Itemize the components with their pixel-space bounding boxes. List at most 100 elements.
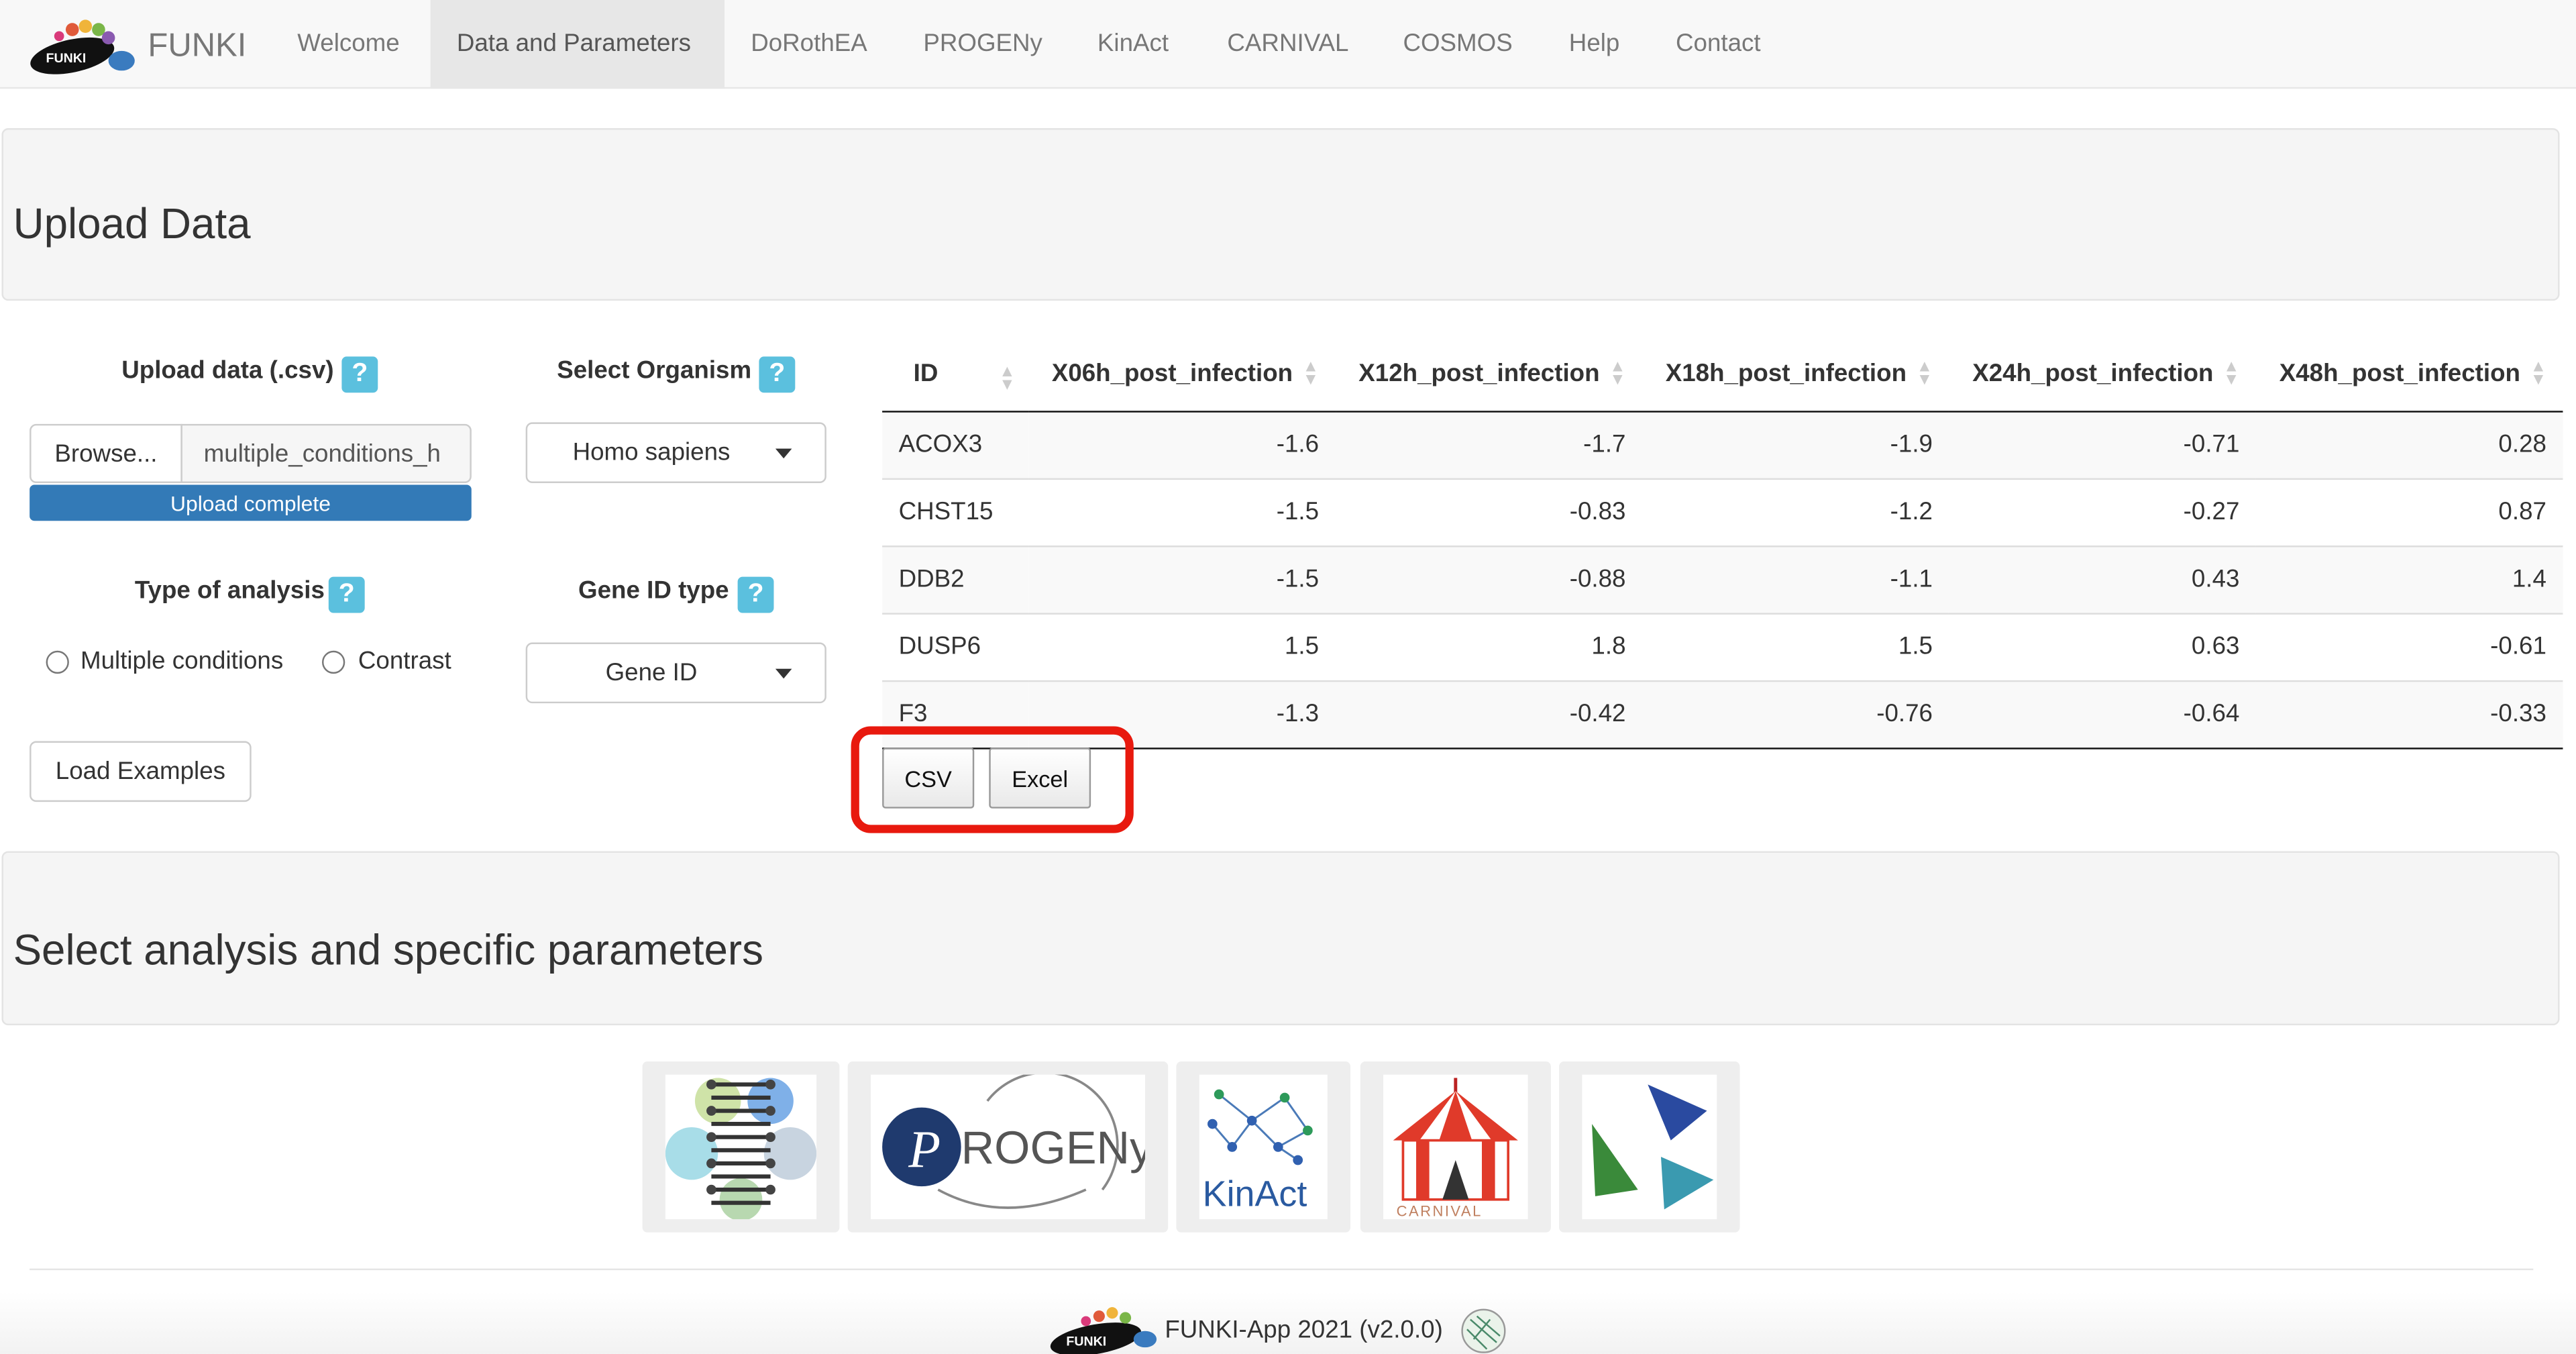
table-cell: 1.5 [1642, 612, 1949, 680]
tile-inner: KinAct [1199, 1074, 1328, 1220]
analysis-type-help-icon[interactable]: ? [328, 576, 365, 613]
table-cell: -0.42 [1335, 679, 1643, 749]
excel-export-button[interactable]: Excel [989, 747, 1091, 809]
nav-help[interactable]: Help [1543, 0, 1646, 89]
col-header-x12h[interactable]: X12h_post_infection ▲ ▼ [1335, 338, 1643, 412]
browse-button[interactable]: Browse... [30, 423, 182, 484]
upload-data-label: Upload data (.csv) [121, 356, 334, 385]
tool-tile-progeny[interactable]: P ROGENy [847, 1061, 1169, 1233]
tool-tile-carnival[interactable]: CARNIVAL [1360, 1061, 1551, 1233]
nav-carnival[interactable]: CARNIVAL [1201, 0, 1375, 89]
nav-progeny[interactable]: PROGENy [897, 0, 1069, 89]
table-row: F3 -1.3 -0.42 -0.76 -0.64 -0.33 [882, 679, 2563, 749]
nav-welcome[interactable]: Welcome [270, 0, 428, 89]
funki-logo-icon: FUNKI [30, 19, 135, 74]
radio-multiple-conditions-label[interactable]: Multiple conditions [80, 647, 283, 676]
upload-help-icon[interactable]: ? [341, 356, 378, 393]
table-cell: -1.7 [1335, 410, 1643, 478]
table-cell: 0.87 [2255, 477, 2563, 546]
brand[interactable]: FUNKI FUNKI [26, 16, 246, 75]
col-header-label: X06h_post_infection [1051, 360, 1293, 388]
table-cell: CHST15 [882, 477, 1029, 546]
kinact-network-icon: KinAct [1203, 1089, 1313, 1214]
sort-arrows-icon: ▲ ▼ [1916, 358, 1933, 390]
analysis-type-label: Type of analysis [134, 576, 325, 605]
gene-id-select[interactable]: Gene ID [525, 642, 826, 704]
file-name-field[interactable]: multiple_conditions_h [180, 423, 472, 484]
cosmos-triangles-icon [1592, 1084, 1714, 1210]
col-header-label: X24h_post_infection [1972, 360, 2214, 388]
footer-text: FUNKI-App 2021 (v2.0.0) [1165, 1316, 1443, 1345]
col-header-id[interactable]: ID ▲ ▼ [882, 338, 1029, 412]
data-table: ID ▲ ▼ X06h_post_infection ▲ ▼ X12h_post_inf… [882, 338, 2563, 749]
nav-contact[interactable]: Contact [1650, 0, 1787, 89]
table-cell: -0.83 [1335, 477, 1643, 546]
table-cell: -0.71 [1949, 410, 2256, 478]
tool-tile-kinact[interactable]: KinAct [1176, 1061, 1351, 1233]
brand-text[interactable]: FUNKI [148, 27, 246, 64]
tile-inner [1582, 1074, 1717, 1220]
table-row: DUSP6 1.5 1.8 1.5 0.63 -0.61 [882, 612, 2563, 680]
csv-export-button[interactable]: CSV [882, 747, 975, 809]
table-cell: -1.9 [1642, 410, 1949, 478]
radio-multiple-conditions[interactable] [46, 650, 69, 674]
load-examples-button[interactable]: Load Examples [30, 741, 252, 802]
sort-arrows-icon: ▲ ▼ [999, 363, 1016, 395]
table-cell: 1.4 [2255, 544, 2563, 613]
table-cell: 1.5 [1028, 612, 1336, 680]
sort-arrows-icon: ▲ ▼ [1609, 358, 1626, 390]
tile-inner [665, 1074, 817, 1220]
svg-text:CARNIVAL: CARNIVAL [1397, 1202, 1483, 1219]
analysis-section-title: Select analysis and specific parameters [13, 925, 763, 975]
footer-funki-logo-icon: FUNKI [1050, 1307, 1157, 1354]
gene-id-select-value: Gene ID [605, 659, 698, 687]
progeny-logo-icon: P ROGENy [881, 1074, 1144, 1209]
col-header-x18h[interactable]: X18h_post_infection ▲ ▼ [1642, 338, 1949, 412]
radio-contrast[interactable] [322, 650, 345, 674]
carnival-tent-icon: CARNIVAL [1393, 1078, 1518, 1219]
tool-tile-cosmos[interactable] [1559, 1061, 1740, 1233]
svg-text:FUNKI: FUNKI [1066, 1335, 1106, 1349]
table-cell: -1.6 [1028, 410, 1336, 478]
table-cell: -0.88 [1335, 544, 1643, 613]
gene-id-help-icon[interactable]: ? [737, 576, 774, 613]
table-cell: 0.63 [1949, 612, 2256, 680]
table-cell: -0.76 [1642, 679, 1949, 749]
svg-text:KinAct: KinAct [1203, 1174, 1307, 1214]
nav-data-and-parameters[interactable]: Data and Parameters [430, 0, 725, 89]
table-cell: DUSP6 [882, 612, 1029, 680]
nav-cosmos[interactable]: COSMOS [1377, 0, 1539, 89]
sort-arrows-icon: ▲ ▼ [2530, 358, 2546, 390]
table-cell: -1.5 [1028, 477, 1336, 546]
tile-inner: P ROGENy [870, 1074, 1145, 1220]
svg-text:ROGENy: ROGENy [960, 1122, 1144, 1174]
table-cell: 1.8 [1335, 612, 1643, 680]
col-header-x06h[interactable]: X06h_post_infection ▲ ▼ [1028, 338, 1336, 412]
organism-select[interactable]: Homo sapiens [525, 422, 826, 484]
upload-progress-fill: Upload complete [30, 484, 472, 521]
tile-inner: CARNIVAL [1383, 1074, 1528, 1220]
upload-section-title: Upload Data [13, 199, 251, 248]
nav-kinact[interactable]: KinAct [1071, 0, 1195, 89]
col-header-label: X12h_post_infection [1358, 360, 1600, 388]
chevron-down-icon [775, 668, 792, 678]
nav-dorothea[interactable]: DoRothEA [724, 0, 894, 89]
organism-label: Select Organism [557, 356, 752, 385]
tool-tile-dorothea[interactable] [642, 1061, 840, 1233]
organism-help-icon[interactable]: ? [759, 356, 796, 393]
chevron-down-icon [775, 448, 792, 458]
table-cell: -0.33 [2255, 679, 2563, 749]
table-row: ACOX3 -1.6 -1.7 -1.9 -0.71 0.28 [882, 410, 2563, 478]
col-header-x24h[interactable]: X24h_post_infection ▲ ▼ [1949, 338, 2256, 412]
col-header-label: X18h_post_infection [1665, 360, 1907, 388]
saez-lab-icon[interactable] [1457, 1306, 1509, 1354]
table-cell: 0.43 [1949, 544, 2256, 613]
sort-arrows-icon: ▲ ▼ [1302, 358, 1320, 390]
table-cell: -1.5 [1028, 544, 1336, 613]
organism-select-value: Homo sapiens [572, 438, 731, 467]
col-header-x48h[interactable]: X48h_post_infection ▲ ▼ [2255, 338, 2563, 412]
table-cell: -0.64 [1949, 679, 2256, 749]
svg-text:FUNKI: FUNKI [46, 51, 87, 66]
table-row: CHST15 -1.5 -0.83 -1.2 -0.27 0.87 [882, 477, 2563, 546]
radio-contrast-label[interactable]: Contrast [358, 647, 451, 676]
